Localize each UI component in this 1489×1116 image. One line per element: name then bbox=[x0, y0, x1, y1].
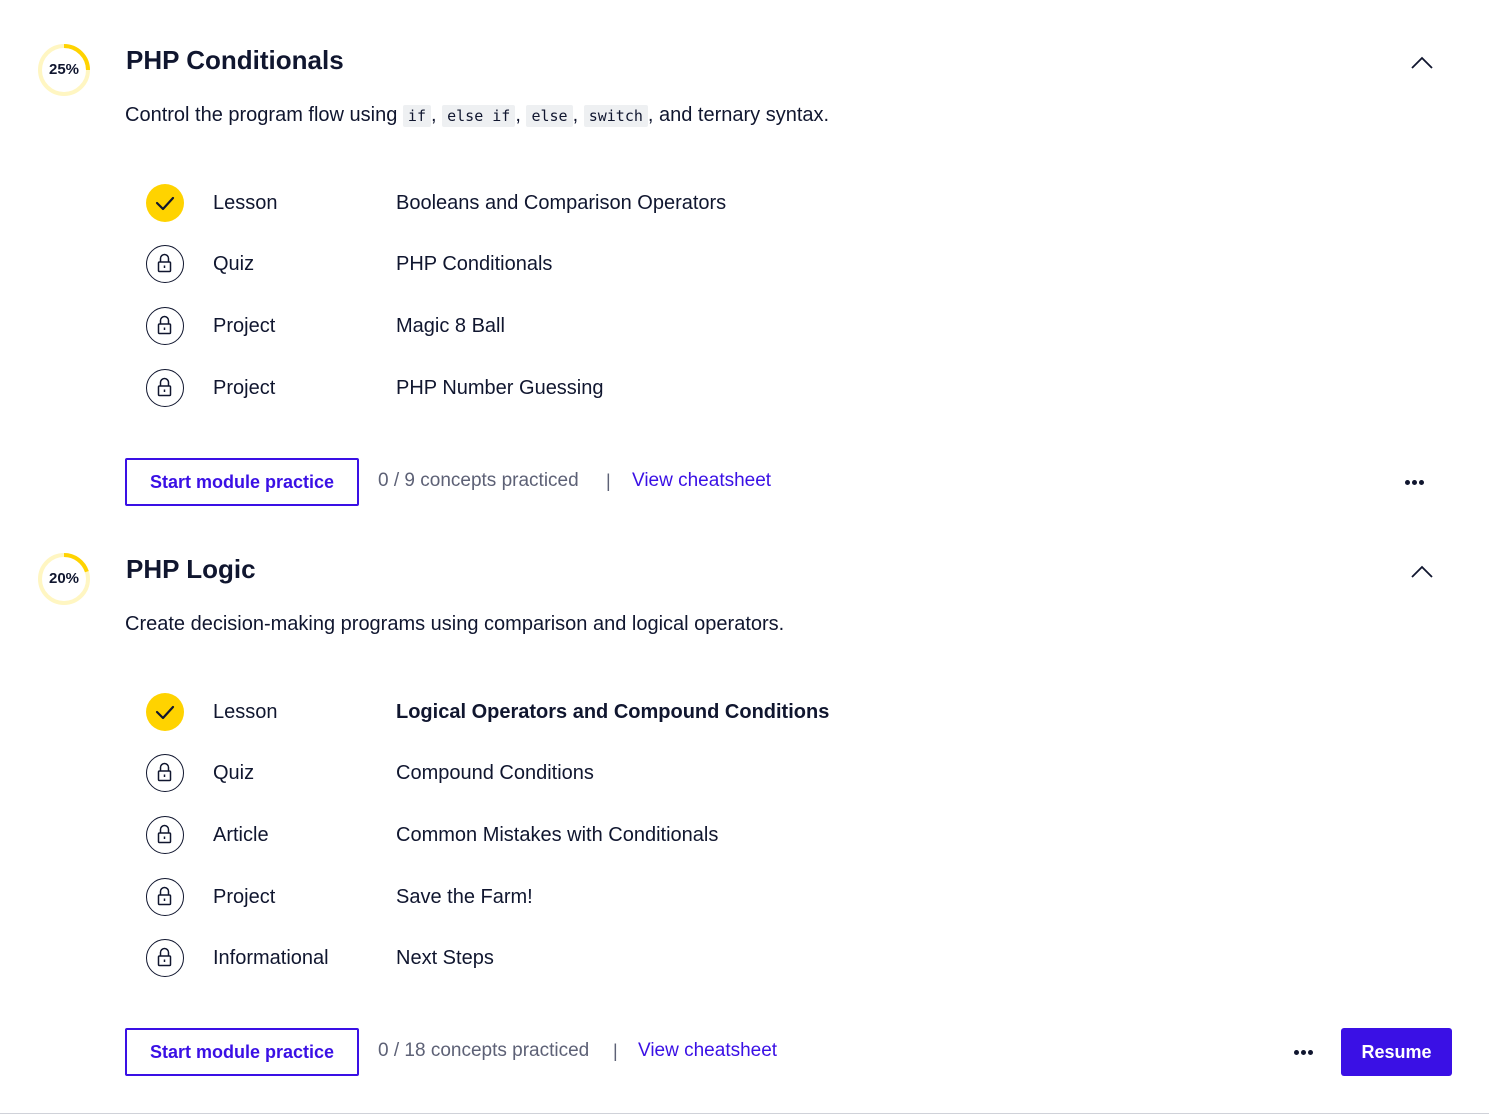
code-if: if bbox=[402, 105, 431, 127]
item-name[interactable]: Booleans and Comparison Operators bbox=[396, 184, 726, 222]
collapse-button[interactable] bbox=[1406, 50, 1438, 74]
description-separator: , bbox=[572, 104, 584, 126]
item-name[interactable]: Next Steps bbox=[396, 939, 494, 977]
concepts-practiced-count: 0 / 18 concepts practiced bbox=[378, 1040, 590, 1061]
item-type: Project bbox=[213, 315, 276, 337]
lock-icon bbox=[157, 253, 172, 273]
item-type: Quiz bbox=[213, 762, 255, 784]
description-text: , and ternary syntax. bbox=[647, 104, 830, 126]
status-completed bbox=[146, 184, 184, 222]
lock-icon bbox=[157, 886, 172, 906]
module-item[interactable]: Informational Next Steps bbox=[0, 939, 1489, 979]
module-title: PHP Logic bbox=[126, 554, 256, 584]
more-options-button[interactable] bbox=[1291, 1028, 1317, 1076]
module-item[interactable]: Lesson Logical Operators and Compound Co… bbox=[0, 693, 1489, 733]
progress-percent: 20% bbox=[48, 570, 80, 587]
item-type: Project bbox=[213, 377, 276, 399]
description-separator: , bbox=[515, 104, 527, 126]
more-options-button[interactable] bbox=[1402, 458, 1428, 506]
module-item[interactable]: Lesson Booleans and Comparison Operators bbox=[0, 184, 1489, 224]
module-item[interactable]: Article Common Mistakes with Conditional… bbox=[0, 816, 1489, 856]
concepts-practiced-count: 0 / 9 concepts practiced bbox=[378, 470, 579, 491]
status-completed bbox=[146, 693, 184, 731]
description-separator: , bbox=[430, 104, 443, 126]
status-locked bbox=[146, 939, 184, 977]
item-type: Lesson bbox=[213, 701, 278, 723]
item-type: Lesson bbox=[213, 192, 278, 214]
item-type: Article bbox=[213, 824, 269, 846]
code-else: else bbox=[526, 105, 573, 127]
start-module-practice-button[interactable]: Start module practice bbox=[125, 1028, 359, 1076]
status-locked bbox=[146, 245, 184, 283]
description-text: Control the program flow using bbox=[125, 104, 403, 126]
syllabus-page: 25% PHP Conditionals Control the program… bbox=[0, 0, 1489, 1116]
module-progress-ring: 25% bbox=[37, 43, 91, 97]
module-title: PHP Conditionals bbox=[126, 45, 344, 75]
chevron-up-icon bbox=[1411, 56, 1433, 69]
check-icon bbox=[155, 196, 175, 211]
module-description: Create decision-making programs using co… bbox=[125, 613, 785, 635]
status-locked bbox=[146, 307, 184, 345]
code-else-if: else if bbox=[442, 105, 516, 127]
module-progress-ring: 20% bbox=[37, 552, 91, 606]
lock-icon bbox=[157, 762, 172, 782]
progress-percent: 25% bbox=[48, 61, 80, 78]
view-cheatsheet-link[interactable]: View cheatsheet bbox=[638, 1027, 777, 1075]
item-name[interactable]: Save the Farm! bbox=[396, 878, 533, 916]
module-item[interactable]: Quiz PHP Conditionals bbox=[0, 245, 1489, 285]
code-switch: switch bbox=[583, 105, 648, 127]
module-item[interactable]: Project Magic 8 Ball bbox=[0, 307, 1489, 347]
footer-separator: | bbox=[613, 1041, 618, 1061]
item-name[interactable]: Compound Conditions bbox=[396, 754, 594, 792]
resume-button[interactable]: Resume bbox=[1341, 1028, 1452, 1076]
item-type: Project bbox=[213, 886, 276, 908]
module-item[interactable]: Quiz Compound Conditions bbox=[0, 754, 1489, 794]
item-type: Quiz bbox=[213, 253, 255, 275]
module-description: Control the program flow using if, else … bbox=[125, 104, 829, 127]
footer-separator: | bbox=[606, 471, 611, 491]
divider bbox=[0, 1113, 1489, 1114]
check-icon bbox=[155, 705, 175, 720]
lock-icon bbox=[157, 824, 172, 844]
lock-icon bbox=[157, 377, 172, 397]
item-name[interactable]: Common Mistakes with Conditionals bbox=[396, 816, 718, 854]
module-item[interactable]: Project PHP Number Guessing bbox=[0, 369, 1489, 409]
status-locked bbox=[146, 878, 184, 916]
lock-icon bbox=[157, 315, 172, 335]
status-locked bbox=[146, 369, 184, 407]
chevron-up-icon bbox=[1411, 565, 1433, 578]
collapse-button[interactable] bbox=[1406, 559, 1438, 583]
item-name[interactable]: PHP Number Guessing bbox=[396, 369, 604, 407]
status-locked bbox=[146, 754, 184, 792]
module-item[interactable]: Project Save the Farm! bbox=[0, 878, 1489, 918]
lock-icon bbox=[157, 947, 172, 967]
item-type: Informational bbox=[213, 947, 329, 969]
status-locked bbox=[146, 816, 184, 854]
start-module-practice-button[interactable]: Start module practice bbox=[125, 458, 359, 506]
item-name[interactable]: PHP Conditionals bbox=[396, 245, 552, 283]
view-cheatsheet-link[interactable]: View cheatsheet bbox=[632, 457, 771, 505]
item-name[interactable]: Magic 8 Ball bbox=[396, 307, 505, 345]
item-name-current[interactable]: Logical Operators and Compound Condition… bbox=[396, 693, 829, 731]
